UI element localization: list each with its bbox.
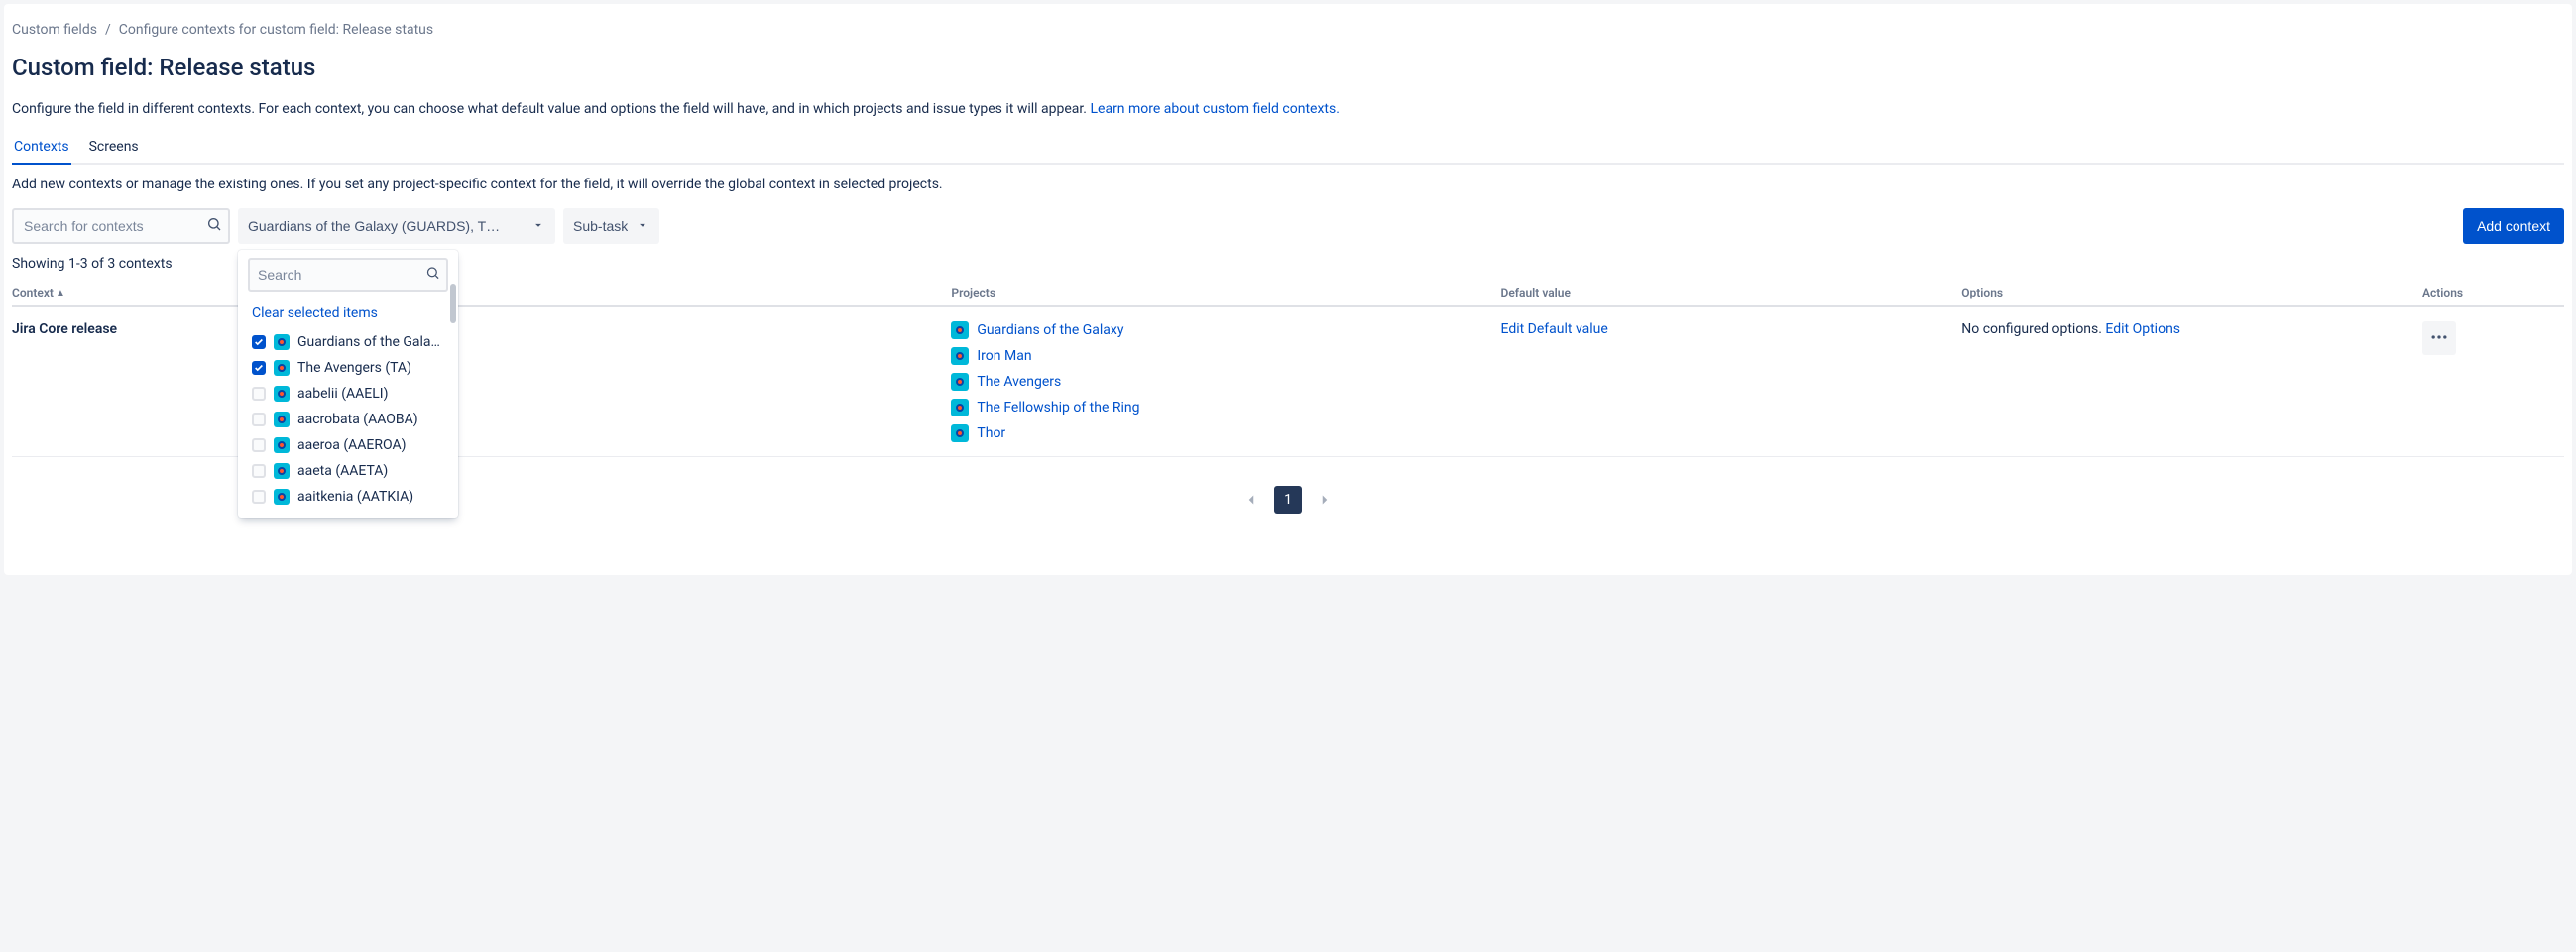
th-actions: Actions [2422,278,2564,306]
dropdown-search [248,258,448,292]
checkbox[interactable] [252,387,266,401]
project-icon [274,334,290,350]
checkbox[interactable] [252,438,266,452]
dropdown-option[interactable]: aaeroa (AAEROA) [242,432,454,458]
projects-cell: Guardians of the Galaxy Iron Man The Aveng… [951,306,1500,457]
breadcrumb-separator: / [105,22,111,38]
context-name-cell: Jira Core release [12,306,951,457]
sort-icon: ▲ [56,288,65,298]
tab-description: Add new contexts or manage the existing … [12,177,2564,192]
add-context-button[interactable]: Add context [2463,208,2564,244]
search-icon [206,216,222,236]
search-icon [425,266,440,285]
project-link-text[interactable]: Guardians of the Galaxy [977,322,1123,338]
project-icon [951,373,969,391]
project-icon [951,399,969,416]
tab-contexts[interactable]: Contexts [12,133,71,163]
dropdown-option-label: aacrobata (AAOBA) [297,412,418,427]
dropdown-option-label: The Avengers (TA) [297,360,411,376]
dropdown-option[interactable]: The Avengers (TA) [242,355,454,381]
project-icon [274,412,290,427]
learn-more-link[interactable]: Learn more about custom field contexts. [1090,101,1339,117]
project-icon [951,424,969,442]
project-icon [274,463,290,479]
project-link: Iron Man [951,347,1488,365]
issuetype-filter-button[interactable]: Sub-task [563,208,659,244]
prev-page-button[interactable] [1236,485,1266,515]
dropdown-option[interactable]: aacrobata (AAOBA) [242,407,454,432]
dropdown-option[interactable]: Guardians of the Galax… [242,329,454,355]
default-value-cell: Edit Default value [1501,306,1962,457]
edit-default-value-link[interactable]: Edit Default value [1501,321,1608,337]
page-number-current[interactable]: 1 [1274,486,1302,514]
more-icon [2429,327,2449,350]
breadcrumb: Custom fields / Configure contexts for c… [12,16,2564,50]
next-page-button[interactable] [1310,485,1340,515]
actions-cell [2422,306,2564,457]
chevron-left-icon [1242,491,1260,509]
checkbox[interactable] [252,335,266,349]
more-actions-button[interactable] [2422,321,2456,355]
th-context[interactable]: Context ▲ [12,278,951,306]
project-link-text[interactable]: The Fellowship of the Ring [977,400,1139,416]
project-link: Thor [951,424,1488,442]
dropdown-option-label: aaeroa (AAEROA) [297,437,406,453]
dropdown-option-label: aaeta (AAETA) [297,463,388,479]
clear-selected-button[interactable]: Clear selected items [242,298,454,329]
project-filter-dropdown: Clear selected items Guardians of the Ga… [238,250,458,518]
project-filter-label: Guardians of the Galaxy (GUARDS), The Av… [248,218,506,234]
project-link: The Avengers [951,373,1488,391]
dropdown-options: Clear selected items Guardians of the Ga… [242,298,454,510]
description-text: Configure the field in different context… [12,101,1090,117]
checkbox[interactable] [252,490,266,504]
project-link-text[interactable]: Thor [977,425,1005,441]
checkbox[interactable] [252,361,266,375]
dropdown-option-label: Guardians of the Galax… [297,334,444,350]
search-contexts [12,208,230,244]
chevron-down-icon [531,218,545,235]
edit-options-link[interactable]: Edit Options [2105,321,2180,337]
project-icon [274,437,290,453]
checkbox[interactable] [252,413,266,426]
chevron-down-icon [636,218,649,235]
dropdown-option-label: aaitkenia (AATKIA) [297,489,413,505]
dropdown-option[interactable]: aaitkenia (AATKIA) [242,484,454,510]
project-icon [274,489,290,505]
project-icon [951,321,969,339]
page-title: Custom field: Release status [12,54,2564,81]
project-link: The Fellowship of the Ring [951,399,1488,416]
page-container: Custom fields / Configure contexts for c… [4,4,2572,575]
project-icon [274,360,290,376]
tab-screens[interactable]: Screens [87,133,141,163]
dropdown-option-label: aabelii (AAELI) [297,386,388,402]
project-link: Guardians of the Galaxy [951,321,1488,339]
search-input[interactable] [12,208,230,244]
project-link-text[interactable]: The Avengers [977,374,1061,390]
breadcrumb-current: Configure contexts for custom field: Rel… [119,22,433,38]
dropdown-search-input[interactable] [248,258,448,292]
project-icon [951,347,969,365]
th-default-value: Default value [1501,278,1962,306]
toolbar: Guardians of the Galaxy (GUARDS), The Av… [12,208,2564,244]
breadcrumb-root[interactable]: Custom fields [12,22,97,38]
options-text: No configured options. [1961,321,2105,337]
tabs: Contexts Screens [12,133,2564,165]
project-filter-button[interactable]: Guardians of the Galaxy (GUARDS), The Av… [238,208,555,244]
th-options: Options [1961,278,2422,306]
scrollbar-thumb[interactable] [450,284,456,323]
dropdown-option[interactable]: aaeta (AAETA) [242,458,454,484]
dropdown-option[interactable]: aabelii (AAELI) [242,381,454,407]
project-link-text[interactable]: Iron Man [977,348,1031,364]
chevron-right-icon [1316,491,1334,509]
checkbox[interactable] [252,464,266,478]
project-icon [274,386,290,402]
th-projects: Projects [951,278,1500,306]
issuetype-filter-label: Sub-task [573,218,628,234]
options-cell: No configured options. Edit Options [1961,306,2422,457]
page-description: Configure the field in different context… [12,101,2564,117]
